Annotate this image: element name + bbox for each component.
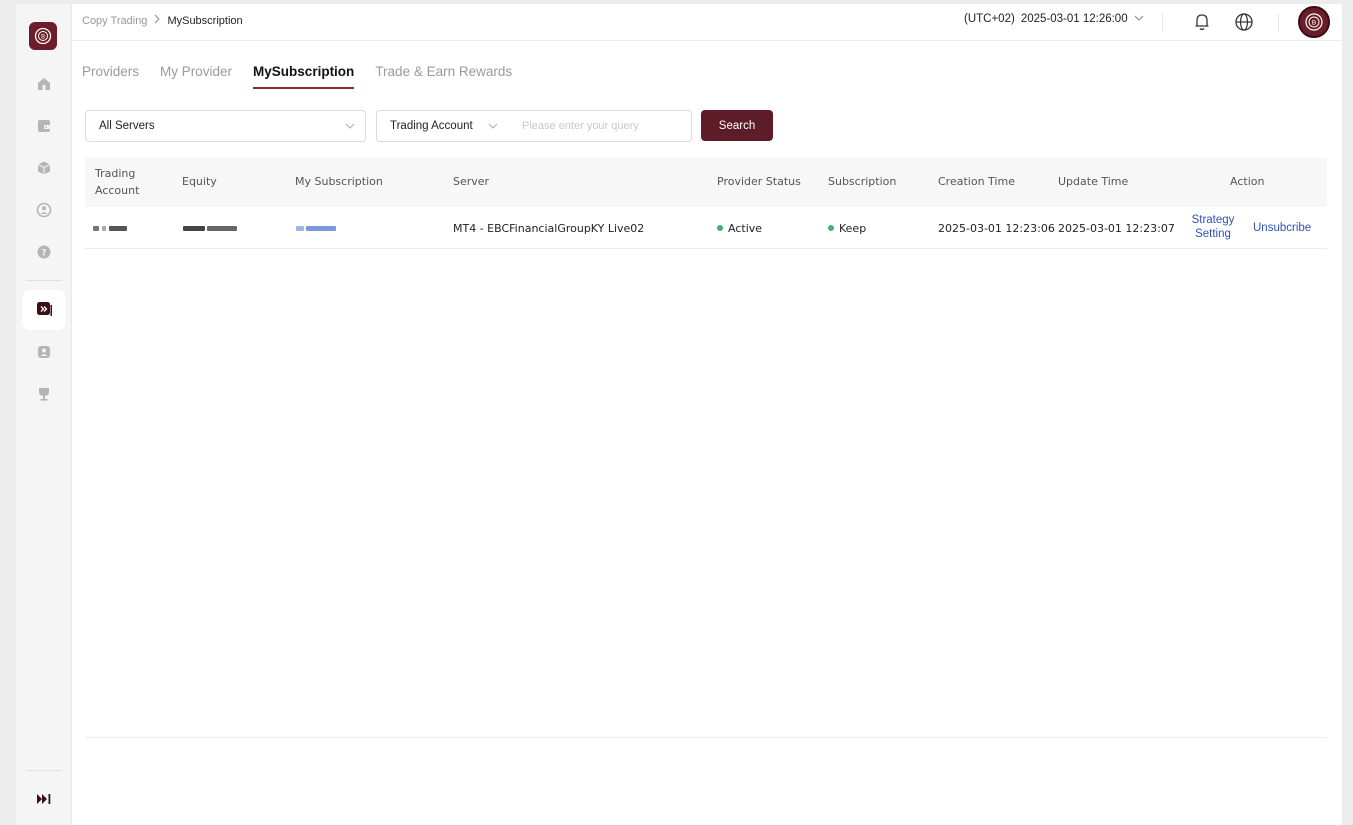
status-dot — [717, 225, 723, 231]
my-subscription-redacted[interactable] — [296, 207, 336, 249]
creation-time-cell: 2025-03-01 12:23:06 — [938, 221, 1055, 235]
globe-icon[interactable] — [1232, 10, 1256, 34]
brand-logo[interactable]: B — [29, 22, 57, 50]
cube-icon[interactable] — [34, 158, 54, 178]
tab-my-subscription[interactable]: MySubscription — [253, 64, 355, 89]
subscription-text: Keep — [839, 221, 867, 235]
trophy-icon[interactable] — [34, 384, 54, 404]
col-update-time: Update Time — [1058, 175, 1129, 189]
wallet-icon[interactable] — [34, 116, 54, 136]
col-provider-status: Provider Status — [717, 175, 801, 189]
sidebar: B ? — [16, 4, 72, 825]
col-subscription: Subscription — [828, 175, 897, 189]
col-creation-time: Creation Time — [938, 175, 1015, 189]
expand-sidebar-icon[interactable] — [34, 789, 54, 809]
chevron-down-icon — [345, 121, 355, 133]
table-row: MT4 - EBCFinancialGroupKY Live02 Active … — [85, 207, 1327, 249]
home-icon[interactable] — [34, 74, 54, 94]
tab-trade-earn-rewards[interactable]: Trade & Earn Rewards — [375, 64, 512, 89]
subscription-cell: Keep — [828, 207, 866, 249]
server-select[interactable]: All Servers — [85, 110, 366, 142]
svg-text:B: B — [1312, 19, 1316, 27]
server-select-value: All Servers — [99, 120, 155, 132]
strategy-setting-link[interactable]: Strategy Setting — [1189, 207, 1237, 249]
col-my-subscription: My Subscription — [295, 175, 383, 189]
profile-card-icon[interactable] — [34, 342, 54, 362]
svg-text:B: B — [41, 34, 45, 41]
col-equity: Equity — [182, 175, 217, 189]
breadcrumb-current: MySubscription — [167, 14, 243, 27]
update-time-cell: 2025-03-01 12:23:07 — [1058, 221, 1175, 235]
sidebar-bottom-divider — [26, 770, 62, 771]
col-server: Server — [453, 175, 490, 189]
trading-account-redacted — [93, 207, 127, 249]
search-field-value: Trading Account — [390, 120, 473, 132]
top-bar: Copy Trading MySubscription (UTC+02) 202… — [72, 4, 1342, 41]
current-datetime: 2025-03-01 12:26:00 — [1020, 13, 1128, 25]
tab-bar: Providers My Provider MySubscription Tra… — [82, 64, 512, 89]
svg-text:?: ? — [41, 249, 46, 259]
chevron-down-icon — [1134, 13, 1144, 25]
topbar-divider-2 — [1278, 14, 1279, 32]
bell-icon[interactable] — [1190, 10, 1214, 34]
table-footer-divider — [85, 737, 1327, 738]
breadcrumb: Copy Trading MySubscription — [82, 14, 243, 27]
provider-status-cell: Active — [717, 207, 762, 249]
unsubscribe-link[interactable]: Unsubcribe — [1253, 207, 1311, 249]
search-field-select[interactable]: Trading Account — [376, 110, 509, 142]
table-header: Trading Account Equity My Subscription S… — [85, 158, 1327, 207]
tab-my-provider[interactable]: My Provider — [160, 64, 232, 89]
provider-status-text: Active — [728, 221, 763, 235]
tab-providers[interactable]: Providers — [82, 64, 139, 89]
col-action: Action — [1230, 175, 1265, 189]
search-input[interactable] — [508, 110, 692, 142]
chevron-right-icon — [153, 14, 161, 27]
user-icon[interactable] — [34, 200, 54, 220]
server-cell: MT4 - EBCFinancialGroupKY Live02 — [453, 221, 645, 235]
status-dot — [828, 225, 834, 231]
breadcrumb-root[interactable]: Copy Trading — [82, 15, 147, 27]
avatar[interactable]: B — [1298, 6, 1330, 38]
equity-redacted — [183, 207, 237, 249]
chevron-down-icon — [488, 121, 498, 133]
timezone-selector[interactable]: (UTC+02) 2025-03-01 12:26:00 — [964, 13, 1144, 25]
timezone-label: (UTC+02) — [964, 13, 1015, 25]
sidebar-divider — [26, 280, 62, 281]
col-trading-account: Trading Account — [95, 167, 140, 197]
app-frame: B ? Copy Trading MySubscription (UTC+02)… — [16, 4, 1342, 825]
help-icon[interactable]: ? — [34, 242, 54, 262]
copy-trading-icon[interactable] — [34, 299, 54, 319]
search-button[interactable]: Search — [701, 110, 773, 141]
topbar-divider — [1162, 14, 1163, 32]
